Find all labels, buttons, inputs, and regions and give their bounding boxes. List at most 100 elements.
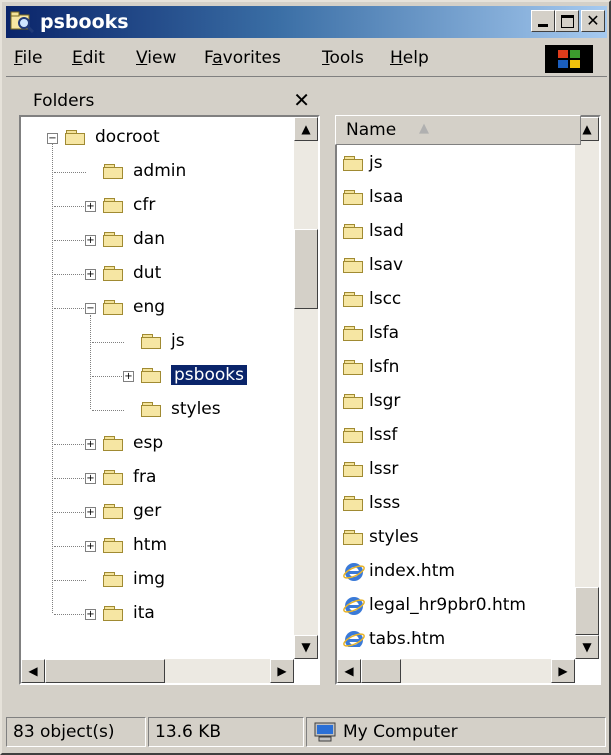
list-item[interactable]: js bbox=[337, 149, 573, 179]
expand-icon[interactable]: + bbox=[85, 507, 96, 518]
scroll-up-icon[interactable]: ▲ bbox=[294, 117, 318, 141]
scroll-down-icon[interactable]: ▼ bbox=[294, 635, 318, 659]
list-item[interactable]: index.htm bbox=[337, 557, 573, 587]
menu-favorites[interactable]: Favorites bbox=[204, 48, 281, 68]
list-scroll-thumb[interactable] bbox=[575, 587, 599, 635]
list-item[interactable]: lsgr bbox=[337, 387, 573, 417]
list-item[interactable]: lsss bbox=[337, 489, 573, 519]
tree-connector bbox=[92, 342, 124, 343]
tree-item-eng[interactable]: − eng bbox=[21, 293, 292, 323]
list-horizontal-scrollbar[interactable]: ◀ ▶ bbox=[337, 659, 575, 683]
expand-icon[interactable]: + bbox=[123, 371, 134, 382]
folders-pane-header: Folders ✕ bbox=[19, 86, 320, 116]
tree-item-ger[interactable]: + ger bbox=[21, 497, 292, 527]
menu-edit[interactable]: Edit bbox=[72, 48, 105, 68]
list-item-label: lsad bbox=[369, 221, 404, 241]
menu-help[interactable]: Help bbox=[390, 48, 429, 68]
tree-horizontal-scrollbar[interactable]: ◀ ▶ bbox=[21, 659, 294, 683]
expand-icon[interactable]: + bbox=[85, 201, 96, 212]
status-object-count: 83 object(s) bbox=[6, 717, 146, 747]
folder-icon bbox=[103, 436, 124, 451]
list-scroll-right-icon[interactable]: ▶ bbox=[551, 659, 575, 683]
scroll-left-icon[interactable]: ◀ bbox=[21, 659, 45, 683]
folder-tree[interactable]: − docroot admin + cfr + dan + dut − eng js + psbooks s… bbox=[19, 115, 320, 685]
list-item[interactable]: lscc bbox=[337, 285, 573, 315]
menu-view[interactable]: View bbox=[136, 48, 176, 68]
tree-item-fra[interactable]: + fra bbox=[21, 463, 292, 493]
menu-tools[interactable]: Tools bbox=[322, 48, 364, 68]
windows-logo-icon bbox=[545, 45, 593, 73]
list-item-label: lsgr bbox=[369, 391, 401, 411]
tree-item-htm[interactable]: + htm bbox=[21, 531, 292, 561]
column-header-name[interactable]: Name ▲ bbox=[335, 115, 581, 145]
tree-scroll-thumb[interactable] bbox=[294, 229, 318, 309]
tree-item-dut[interactable]: + dut bbox=[21, 259, 292, 289]
folder-icon bbox=[343, 530, 364, 545]
list-vertical-scrollbar[interactable]: ▲ ▼ bbox=[575, 117, 599, 659]
list-item[interactable]: legal_hr9pbr0.htm bbox=[337, 591, 573, 621]
collapse-icon[interactable]: − bbox=[47, 133, 58, 144]
list-item[interactable]: styles bbox=[337, 523, 573, 553]
collapse-icon[interactable]: − bbox=[85, 303, 96, 314]
list-scroll-left-icon[interactable]: ◀ bbox=[337, 659, 361, 683]
html-document-icon bbox=[343, 563, 365, 581]
menu-file[interactable]: File bbox=[14, 48, 42, 68]
close-button[interactable]: ✕ bbox=[581, 10, 605, 32]
title-bar[interactable]: psbooks ✕ bbox=[6, 6, 607, 38]
tree-item-ita[interactable]: + ita bbox=[21, 599, 292, 629]
expand-icon[interactable]: + bbox=[85, 235, 96, 246]
list-item[interactable]: lsav bbox=[337, 251, 573, 281]
expand-icon[interactable]: + bbox=[85, 269, 96, 280]
list-item[interactable]: lssr bbox=[337, 455, 573, 485]
tree-item-docroot[interactable]: − docroot bbox=[21, 123, 292, 153]
list-item[interactable]: lsfn bbox=[337, 353, 573, 383]
list-item[interactable]: lssf bbox=[337, 421, 573, 451]
minimize-button[interactable] bbox=[531, 10, 555, 32]
scroll-right-icon[interactable]: ▶ bbox=[270, 659, 294, 683]
list-item[interactable]: lsad bbox=[337, 217, 573, 247]
tree-item-cfr[interactable]: + cfr bbox=[21, 191, 292, 221]
tree-item-styles[interactable]: styles bbox=[21, 395, 292, 425]
tree-item-admin[interactable]: admin bbox=[21, 157, 292, 187]
tree-item-js[interactable]: js bbox=[21, 327, 292, 357]
list-item[interactable]: tabs.htm bbox=[337, 625, 573, 647]
list-item[interactable]: lsfa bbox=[337, 319, 573, 349]
close-icon: ✕ bbox=[586, 11, 600, 30]
folders-pane-close-icon[interactable]: ✕ bbox=[293, 88, 310, 112]
tree-item-label: styles bbox=[171, 399, 221, 419]
list-item[interactable]: lsaa bbox=[337, 183, 573, 213]
folder-icon bbox=[103, 232, 124, 247]
list-scroll-down-icon[interactable]: ▼ bbox=[575, 635, 599, 659]
list-item-label: lscc bbox=[369, 289, 402, 309]
file-list[interactable]: js lsaa lsad lsav lscc lsfa lsfn lsgr lssf lssr ls… bbox=[335, 115, 601, 685]
list-item-label: tabs.htm bbox=[369, 629, 446, 647]
expand-icon[interactable]: + bbox=[85, 439, 96, 450]
tree-vertical-scrollbar[interactable]: ▲ ▼ bbox=[294, 117, 318, 659]
folder-icon bbox=[103, 164, 124, 179]
tree-item-psbooks[interactable]: + psbooks bbox=[21, 361, 292, 391]
tree-item-label: js bbox=[171, 331, 185, 351]
tree-connector bbox=[54, 206, 86, 207]
column-header-label: Name bbox=[346, 120, 397, 140]
list-hscroll-thumb[interactable] bbox=[361, 659, 401, 683]
file-list-items: js lsaa lsad lsav lscc lsfa lsfn lsgr lssf lssr ls… bbox=[337, 147, 577, 647]
expand-icon[interactable]: + bbox=[85, 609, 96, 620]
tree-item-img[interactable]: img bbox=[21, 565, 292, 595]
tree-connector bbox=[54, 546, 86, 547]
folder-icon bbox=[103, 470, 124, 485]
expand-icon[interactable]: + bbox=[85, 541, 96, 552]
status-size: 13.6 KB bbox=[148, 717, 304, 747]
tree-item-label: htm bbox=[133, 535, 167, 555]
tree-item-esp[interactable]: + esp bbox=[21, 429, 292, 459]
tree-item-label: esp bbox=[133, 433, 164, 453]
maximize-button[interactable] bbox=[555, 10, 579, 32]
list-item-label: js bbox=[369, 153, 383, 173]
tree-hscroll-thumb[interactable] bbox=[45, 659, 165, 683]
expand-icon[interactable]: + bbox=[85, 473, 96, 484]
folder-icon bbox=[65, 130, 86, 145]
tree-connector bbox=[92, 376, 124, 377]
tree-connector bbox=[54, 274, 86, 275]
tree-item-label: docroot bbox=[95, 127, 160, 147]
tree-item-dan[interactable]: + dan bbox=[21, 225, 292, 255]
tree-connector bbox=[54, 308, 86, 309]
